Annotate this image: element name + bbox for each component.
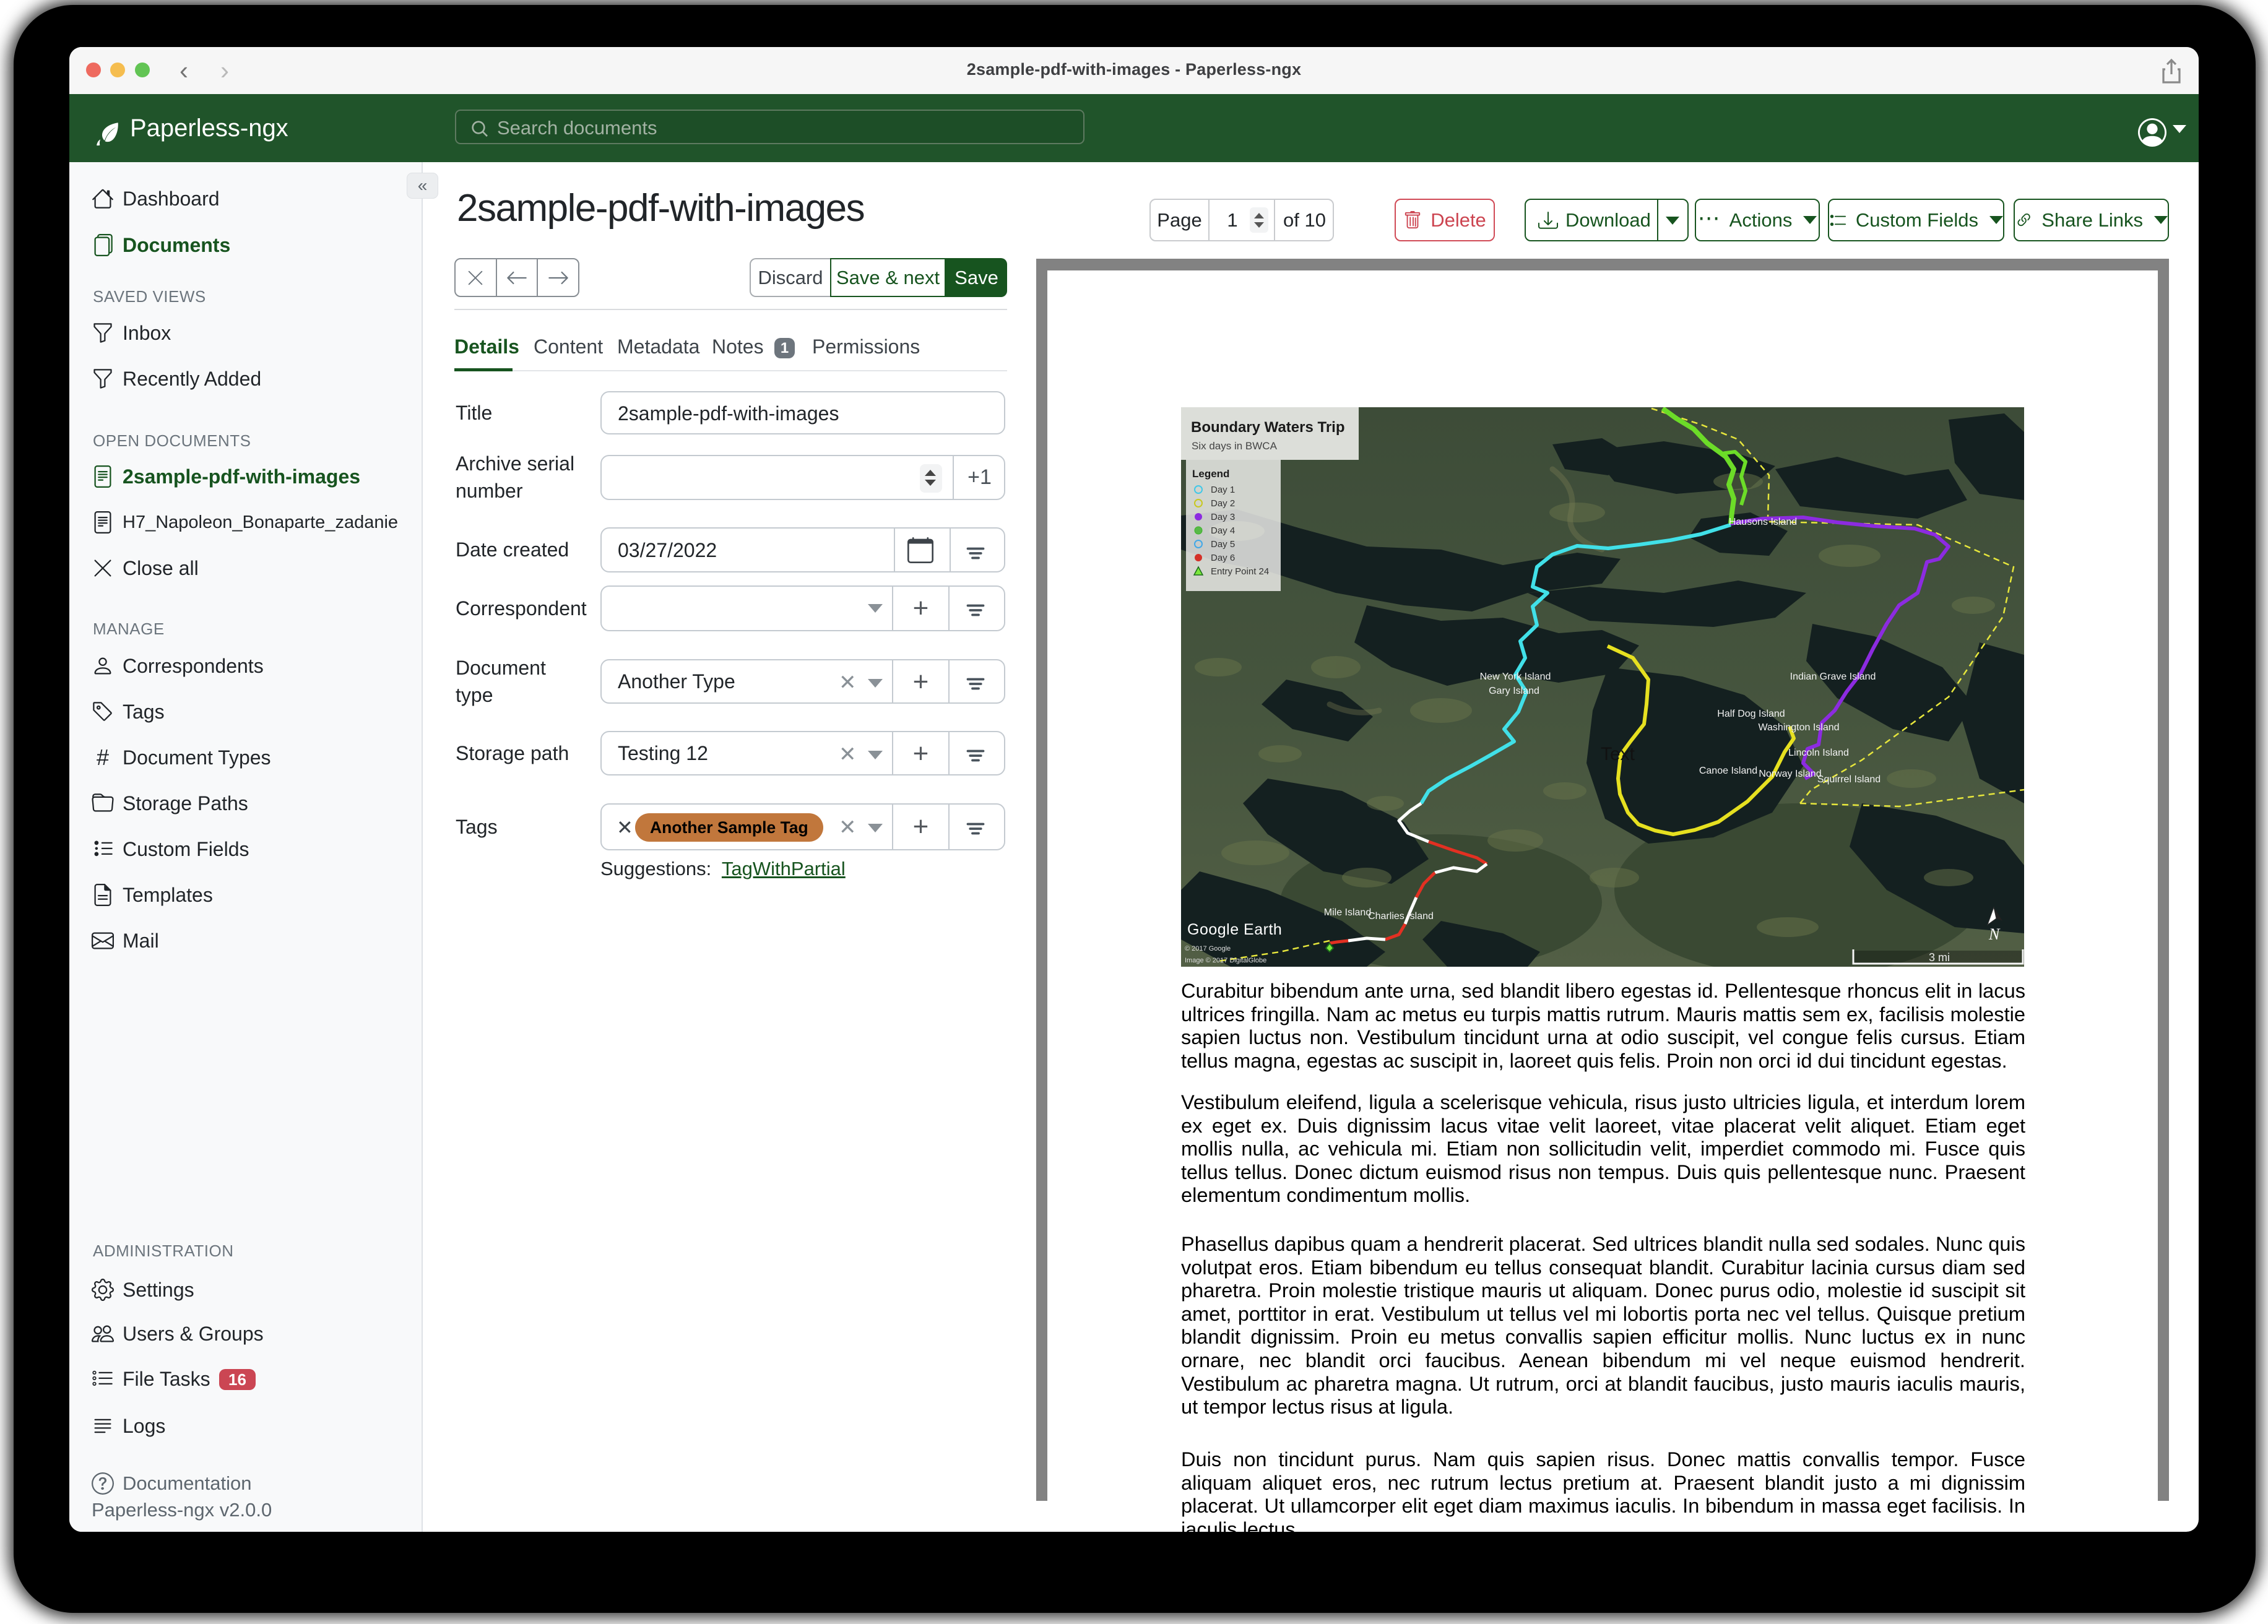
- svg-text:Boundary Waters Trip: Boundary Waters Trip: [1191, 419, 1344, 436]
- svg-text:Norway Island: Norway Island: [1759, 769, 1821, 779]
- svg-text:Image © 2017 DigitalGlobe: Image © 2017 DigitalGlobe: [1185, 957, 1266, 964]
- svg-text:Lincoln Island: Lincoln Island: [1788, 748, 1849, 758]
- svg-text:Indian Grave Island: Indian Grave Island: [1790, 672, 1876, 682]
- svg-text:Day 4: Day 4: [1211, 525, 1235, 536]
- svg-text:Half Dog Island: Half Dog Island: [1717, 709, 1785, 719]
- svg-text:Six days in BWCA: Six days in BWCA: [1192, 440, 1278, 452]
- svg-text:3 mi: 3 mi: [1929, 951, 1950, 964]
- svg-text:Google Earth: Google Earth: [1187, 921, 1282, 938]
- svg-text:Washington Island: Washington Island: [1758, 722, 1839, 733]
- svg-text:Mile Island: Mile Island: [1324, 907, 1371, 918]
- svg-text:N: N: [1988, 925, 2001, 943]
- svg-text:Day 1: Day 1: [1211, 485, 1235, 495]
- svg-text:Canoe Island: Canoe Island: [1699, 766, 1757, 776]
- svg-text:Charlies Island: Charlies Island: [1368, 911, 1434, 922]
- svg-text:New York Island: New York Island: [1480, 672, 1551, 682]
- svg-text:Day 3: Day 3: [1211, 512, 1235, 522]
- svg-text:© 2017 Google: © 2017 Google: [1185, 945, 1231, 952]
- svg-text:Day 6: Day 6: [1211, 553, 1235, 563]
- svg-text:Hausons Island: Hausons Island: [1729, 517, 1797, 527]
- svg-text:Day 5: Day 5: [1211, 539, 1235, 550]
- svg-text:Squirrel Island: Squirrel Island: [1817, 774, 1881, 785]
- svg-text:Entry Point 24: Entry Point 24: [1211, 566, 1269, 577]
- svg-text:Text: Text: [1601, 744, 1635, 764]
- svg-text:Day 2: Day 2: [1211, 498, 1235, 509]
- svg-text:Gary Island: Gary Island: [1489, 686, 1539, 696]
- svg-text:Legend: Legend: [1192, 468, 1229, 480]
